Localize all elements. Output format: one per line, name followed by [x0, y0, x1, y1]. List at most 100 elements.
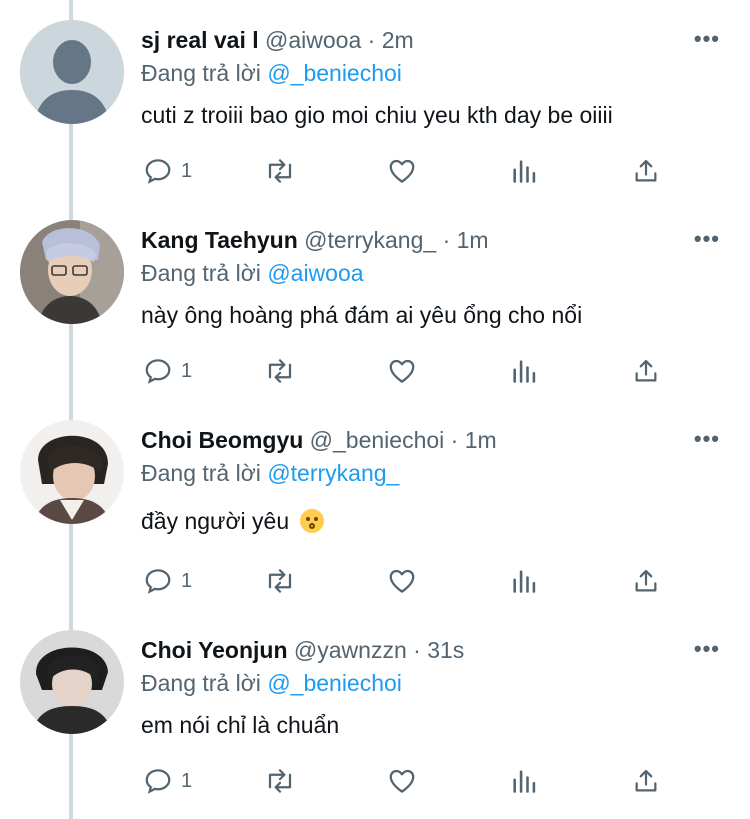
- avatar[interactable]: [20, 20, 124, 124]
- tweet-header: sj real vai l @aiwooa · 2m: [141, 26, 414, 54]
- like-button[interactable]: [386, 766, 418, 796]
- analytics-icon: [513, 770, 536, 793]
- tweet[interactable]: Kang Taehyun @terrykang_ · 1m ••• Đang t…: [0, 200, 750, 410]
- share-icon: [635, 159, 657, 182]
- share-icon: [635, 359, 657, 382]
- mention-link[interactable]: @_beniechoi: [267, 60, 402, 86]
- timestamp[interactable]: 1m: [465, 427, 497, 453]
- analytics-icon: [513, 570, 536, 593]
- views-button[interactable]: [510, 566, 538, 596]
- share-button[interactable]: [632, 356, 660, 386]
- user-handle[interactable]: @aiwooa: [265, 27, 361, 53]
- mention-link[interactable]: @aiwooa: [267, 260, 363, 286]
- action-bar: 1: [0, 762, 750, 802]
- like-button[interactable]: [386, 566, 418, 596]
- tweet-text-row: đầy người yêu: [141, 507, 324, 535]
- display-name[interactable]: sj real vai l: [141, 27, 259, 53]
- user-handle[interactable]: @yawnzzn: [294, 637, 407, 663]
- separator-dot: ·: [450, 427, 459, 453]
- retweet-icon: [268, 569, 292, 593]
- tweet[interactable]: Choi Beomgyu @_beniechoi · 1m ••• Đang t…: [0, 400, 750, 620]
- views-button[interactable]: [510, 766, 538, 796]
- kissing-face-emoji: [299, 509, 324, 533]
- retweet-icon: [268, 769, 292, 793]
- user-handle[interactable]: @_beniechoi: [310, 427, 445, 453]
- share-button[interactable]: [632, 566, 660, 596]
- timestamp[interactable]: 31s: [427, 637, 464, 663]
- more-icon[interactable]: •••: [694, 26, 720, 52]
- like-button[interactable]: [386, 156, 418, 186]
- retweet-button[interactable]: [263, 356, 297, 386]
- profile-photo: [20, 220, 124, 324]
- mention-link[interactable]: @terrykang_: [267, 460, 399, 486]
- more-icon[interactable]: •••: [694, 226, 720, 252]
- reply-count: 1: [181, 359, 193, 382]
- separator-dot: ·: [413, 637, 421, 663]
- replying-to: Đang trả lời @_beniechoi: [141, 669, 402, 697]
- retweet-button[interactable]: [263, 566, 297, 596]
- views-button[interactable]: [510, 156, 538, 186]
- share-icon: [635, 769, 657, 792]
- timestamp[interactable]: 2m: [382, 27, 414, 53]
- replying-to-label: Đang trả lời: [141, 460, 261, 486]
- tweet-text: này ông hoàng phá đám ai yêu ổng cho nổi: [141, 302, 583, 328]
- profile-photo: [20, 630, 124, 734]
- replying-to-label: Đang trả lời: [141, 60, 261, 86]
- avatar[interactable]: [20, 420, 124, 524]
- like-button[interactable]: [386, 356, 418, 386]
- replying-to: Đang trả lời @terrykang_: [141, 459, 399, 487]
- display-name[interactable]: Choi Yeonjun: [141, 637, 288, 663]
- more-icon[interactable]: •••: [694, 426, 720, 452]
- action-bar: 1: [0, 562, 750, 602]
- timestamp[interactable]: 1m: [457, 227, 489, 253]
- tweet-header: Choi Yeonjun @yawnzzn · 31s: [141, 636, 464, 664]
- reply-icon: [145, 569, 171, 594]
- reply-button[interactable]: 1: [143, 566, 192, 596]
- reply-count: 1: [181, 159, 193, 182]
- heart-icon: [389, 359, 415, 383]
- reply-button[interactable]: 1: [143, 766, 192, 796]
- avatar[interactable]: [20, 220, 124, 324]
- action-bar: 1: [0, 352, 750, 392]
- reply-icon: [145, 159, 171, 184]
- analytics-icon: [513, 360, 536, 383]
- tweet-text: đầy người yêu: [141, 508, 290, 534]
- heart-icon: [389, 569, 415, 593]
- default-avatar-icon: [20, 20, 124, 124]
- mention-link[interactable]: @_beniechoi: [267, 670, 402, 696]
- more-icon[interactable]: •••: [694, 636, 720, 662]
- share-icon: [635, 569, 657, 592]
- retweet-icon: [268, 159, 292, 183]
- tweet[interactable]: sj real vai l @aiwooa · 2m ••• Đang trả …: [0, 0, 750, 210]
- heart-icon: [389, 769, 415, 793]
- reply-icon: [145, 769, 171, 794]
- tweet-header: Kang Taehyun @terrykang_ · 1m: [141, 226, 489, 254]
- reply-count: 1: [181, 569, 193, 592]
- user-handle[interactable]: @terrykang_: [304, 227, 436, 253]
- reply-icon: [145, 359, 171, 384]
- share-button[interactable]: [632, 156, 660, 186]
- retweet-icon: [268, 359, 292, 383]
- tweet[interactable]: Choi Yeonjun @yawnzzn · 31s ••• Đang trả…: [0, 610, 750, 819]
- views-button[interactable]: [510, 356, 538, 386]
- replying-to-label: Đang trả lời: [141, 670, 261, 696]
- display-name[interactable]: Choi Beomgyu: [141, 427, 303, 453]
- replying-to: Đang trả lời @_beniechoi: [141, 59, 402, 87]
- replying-to: Đang trả lời @aiwooa: [141, 259, 364, 287]
- reply-count: 1: [181, 769, 193, 792]
- heart-icon: [389, 159, 415, 183]
- reply-button[interactable]: 1: [143, 156, 192, 186]
- replying-to-label: Đang trả lời: [141, 260, 261, 286]
- avatar[interactable]: [20, 630, 124, 734]
- reply-button[interactable]: 1: [143, 356, 192, 386]
- tweet-header: Choi Beomgyu @_beniechoi · 1m: [141, 426, 497, 454]
- profile-photo: [20, 420, 124, 524]
- action-bar: 1: [0, 152, 750, 192]
- display-name[interactable]: Kang Taehyun: [141, 227, 298, 253]
- retweet-button[interactable]: [263, 766, 297, 796]
- tweet-text: cuti z troiii bao gio moi chiu yeu kth d…: [141, 102, 613, 128]
- tweet-text: em nói chỉ là chuẩn: [141, 712, 340, 738]
- retweet-button[interactable]: [263, 156, 297, 186]
- share-button[interactable]: [632, 766, 660, 796]
- analytics-icon: [513, 160, 536, 183]
